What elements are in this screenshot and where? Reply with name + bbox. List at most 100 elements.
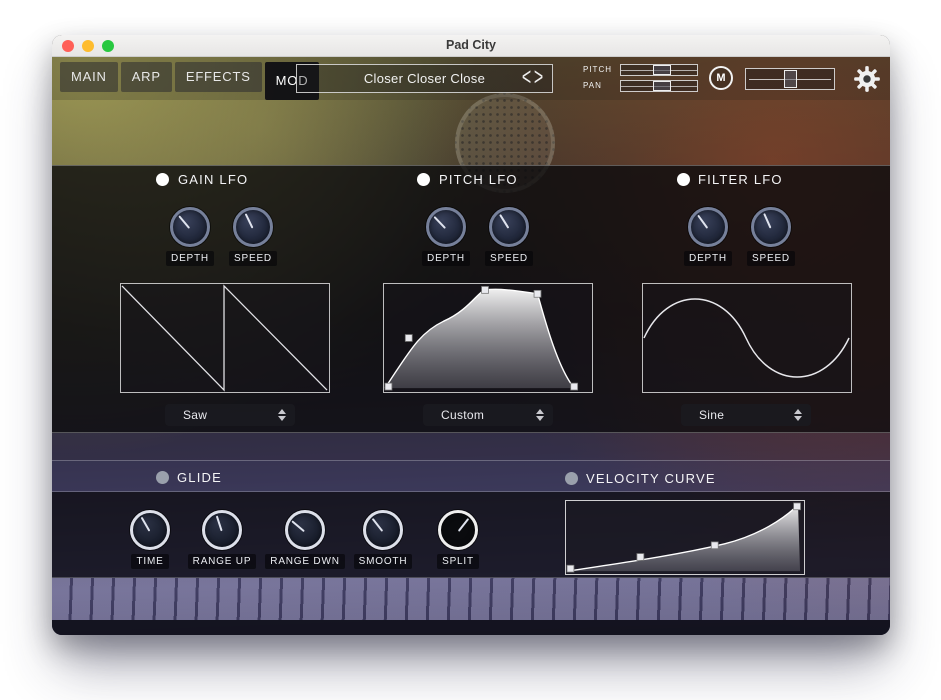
glide-split-knob-group: SPLIT — [421, 510, 495, 569]
pitch-lfo-toggle[interactable] — [417, 173, 430, 186]
stepper-icon — [536, 409, 544, 421]
glide-split-label: SPLIT — [437, 554, 479, 569]
mono-button[interactable]: M — [709, 66, 733, 90]
pitch-slider[interactable] — [620, 63, 698, 76]
piano-keys-background — [52, 578, 890, 620]
gain-wave-select[interactable]: Saw — [165, 404, 295, 426]
pitch-speed-knob-group: SPEED — [472, 207, 546, 266]
curve-handle[interactable] — [533, 289, 542, 298]
glide-smooth-label: SMOOTH — [353, 554, 413, 569]
pitch-wave-select[interactable]: Custom — [423, 404, 553, 426]
volume-slider-handle[interactable] — [784, 70, 797, 88]
pitch-slider-handle[interactable] — [653, 64, 671, 75]
curve-handle[interactable] — [566, 564, 575, 573]
glide-title: GLIDE — [177, 470, 223, 485]
knob-pointer — [433, 216, 447, 229]
glide-range-dwn-label: RANGE DWN — [265, 554, 345, 569]
velocity-curve — [566, 502, 801, 573]
curve-handle[interactable] — [404, 334, 413, 342]
pitch-pan-group: PITCH PAN — [583, 62, 698, 94]
zoom-button[interactable] — [102, 40, 114, 52]
curve-handle[interactable] — [481, 286, 489, 294]
preset-selector[interactable]: Closer Closer Close < > — [296, 64, 553, 93]
pan-slider[interactable] — [620, 79, 698, 92]
stepper-icon — [278, 409, 286, 421]
pitch-depth-knob[interactable] — [426, 207, 466, 247]
pitch-wave-value: Custom — [441, 408, 485, 422]
knob-pointer — [291, 520, 305, 533]
preset-nav: < > — [521, 65, 544, 92]
glide-time-label: TIME — [131, 554, 169, 569]
preset-name: Closer Closer Close — [363, 71, 486, 86]
pitch-label: PITCH — [583, 65, 612, 74]
sine-waveform — [643, 298, 850, 378]
pitch-lfo-title: PITCH LFO — [439, 172, 518, 187]
gain-depth-knob[interactable] — [170, 207, 210, 247]
knob-pointer — [244, 213, 254, 229]
gain-lfo-toggle[interactable] — [156, 173, 169, 186]
pan-label: PAN — [583, 81, 602, 90]
filter-wave-value: Sine — [699, 408, 725, 422]
glide-range-dwn-knob[interactable] — [285, 510, 325, 550]
velocity-curve-toggle[interactable] — [565, 472, 578, 485]
knob-pointer — [499, 214, 510, 229]
settings-button[interactable] — [851, 63, 883, 95]
volume-slider[interactable] — [745, 68, 835, 90]
curve-handle[interactable] — [570, 382, 579, 391]
knob-pointer — [763, 213, 772, 229]
minimize-button[interactable] — [82, 40, 94, 52]
gain-speed-knob[interactable] — [233, 207, 273, 247]
plugin-window: Pad City MAIN ARP EFFECTS MOD Closer Clo… — [52, 35, 890, 635]
window-controls — [62, 40, 114, 52]
tab-bar: MAIN ARP EFFECTS MOD — [60, 62, 320, 100]
tab-arp[interactable]: ARP — [120, 62, 172, 92]
curve-handle[interactable] — [636, 553, 645, 561]
glide-range-up-label: RANGE UP — [187, 554, 257, 569]
gain-wave-display — [120, 283, 330, 393]
knob-pointer — [371, 517, 384, 532]
filter-speed-knob[interactable] — [751, 207, 791, 247]
filter-speed-knob-group: SPEED — [734, 207, 808, 266]
glide-smooth-knob[interactable] — [363, 510, 403, 550]
filter-lfo-toggle[interactable] — [677, 173, 690, 186]
glide-range-up-knob[interactable] — [202, 510, 242, 550]
glide-range-up-knob-group: RANGE UP — [185, 510, 259, 569]
filter-speed-label: SPEED — [747, 251, 795, 266]
curve-handle[interactable] — [384, 382, 393, 391]
custom-waveform — [384, 286, 579, 391]
glide-time-knob-group: TIME — [113, 510, 187, 569]
titlebar: Pad City — [52, 35, 890, 57]
filter-wave-select[interactable]: Sine — [681, 404, 811, 426]
tab-effects[interactable]: EFFECTS — [174, 62, 262, 92]
close-button[interactable] — [62, 40, 74, 52]
filter-depth-label: DEPTH — [684, 251, 732, 266]
glide-split-knob[interactable] — [438, 510, 478, 550]
pan-slider-handle[interactable] — [653, 80, 671, 91]
knob-pointer — [140, 516, 151, 532]
gain-speed-label: SPEED — [229, 251, 277, 266]
window-title: Pad City — [445, 38, 496, 52]
stepper-icon — [794, 409, 802, 421]
glide-range-dwn-knob-group: RANGE DWN — [265, 510, 345, 569]
curve-handle[interactable] — [793, 502, 801, 511]
pitch-wave-display[interactable] — [383, 283, 593, 393]
curve-handle[interactable] — [710, 541, 719, 550]
glide-time-knob[interactable] — [130, 510, 170, 550]
filter-wave-display — [642, 283, 852, 393]
velocity-curve-title: VELOCITY CURVE — [586, 471, 716, 486]
gain-depth-label: DEPTH — [166, 251, 214, 266]
glide-toggle[interactable] — [156, 471, 169, 484]
gear-icon — [854, 66, 880, 92]
gain-speed-knob-group: SPEED — [216, 207, 290, 266]
plugin-content: MAIN ARP EFFECTS MOD Closer Closer Close… — [52, 57, 890, 635]
velocity-curve-display[interactable] — [565, 500, 805, 575]
gain-wave-value: Saw — [183, 408, 208, 422]
glide-smooth-knob-group: SMOOTH — [346, 510, 420, 569]
preset-prev-button[interactable]: < — [521, 65, 532, 91]
tab-main[interactable]: MAIN — [60, 62, 118, 92]
filter-depth-knob[interactable] — [688, 207, 728, 247]
pitch-speed-knob[interactable] — [489, 207, 529, 247]
gain-lfo-title: GAIN LFO — [178, 172, 249, 187]
preset-next-button[interactable]: > — [533, 65, 544, 91]
footer-band — [52, 620, 890, 635]
